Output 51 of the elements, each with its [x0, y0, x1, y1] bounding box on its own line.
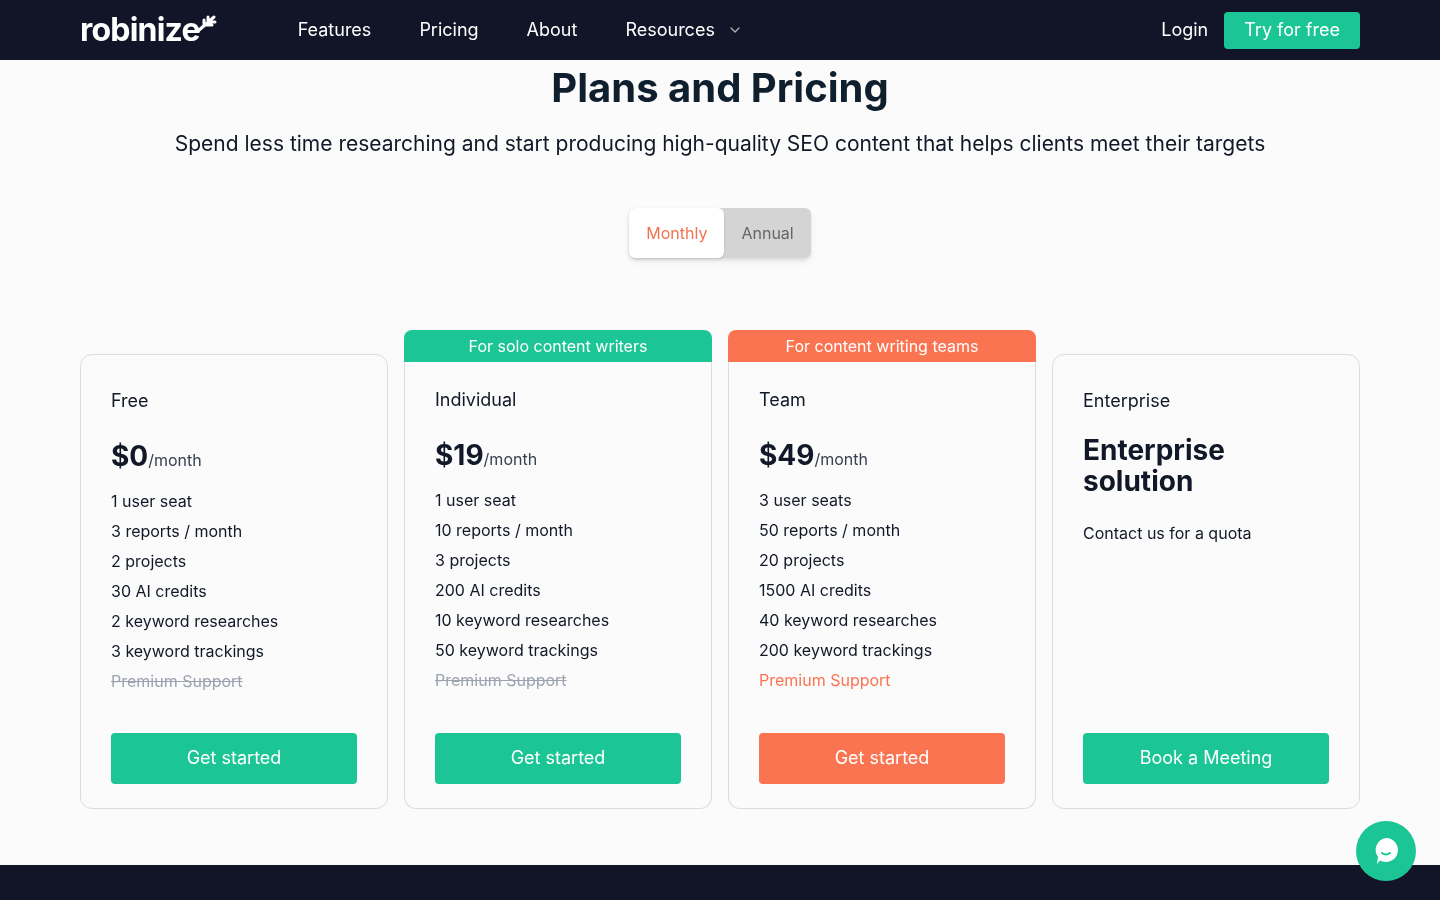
plan-feature: 3 projects	[435, 548, 512, 572]
logo[interactable]: robinize	[80, 14, 200, 46]
price-period: /month	[483, 448, 538, 471]
plan-feature: 1 user seat	[111, 489, 193, 513]
plan-ribbon: For solo content writers	[404, 329, 712, 362]
plan-feature: 30 AI credits	[111, 579, 208, 603]
login-link[interactable]: Login	[1161, 16, 1209, 44]
plan-feature: 10 keyword researches	[435, 608, 611, 632]
plan-price: $49	[759, 436, 815, 474]
plan-name: Team	[759, 387, 807, 412]
plan-feature: 1500 AI credits	[759, 578, 873, 602]
plan-feature: Premium Support	[111, 669, 244, 693]
nav-link[interactable]: Pricing	[419, 16, 479, 44]
nav-link[interactable]: Features	[297, 16, 372, 44]
plan-feature: 3 reports / month	[111, 519, 244, 543]
page-subtitle: Spend less time researching and start producing high-quality SEO content that helps clients meet their targets	[174, 130, 1266, 158]
plan-button[interactable]: Get started	[435, 732, 681, 784]
plan-feature: Premium Support	[759, 668, 892, 692]
nav-link[interactable]: About	[526, 16, 578, 44]
plan-name: Individual	[435, 387, 518, 412]
plan-ribbon: For content writing teams	[728, 329, 1036, 362]
plan-feature: 3 keyword trackings	[111, 639, 265, 663]
plan-name: Enterprise	[1083, 388, 1172, 413]
price-period: /month	[814, 447, 868, 471]
plan-feature: 2 keyword researches	[111, 609, 280, 633]
plan-feature: 2 projects	[111, 549, 188, 573]
plan-note: Contact us for a quota	[1083, 521, 1253, 545]
price-period: /month	[148, 449, 202, 472]
billing-option[interactable]: Monthly	[629, 207, 725, 258]
page-heading: Plans and Pricing	[551, 64, 889, 112]
plan-feature: 50 reports / month	[759, 518, 902, 542]
plan-feature: 1 user seat	[435, 488, 517, 512]
plan-feature: Premium Support	[435, 668, 568, 692]
plan-feature: 200 keyword trackings	[759, 638, 934, 662]
plan-button[interactable]: Get started	[111, 732, 357, 784]
plan-price: $0	[111, 437, 149, 475]
plan-button[interactable]: Get started	[759, 732, 1005, 784]
nav-link[interactable]: Resources	[625, 16, 743, 44]
plan-feature: 20 projects	[759, 548, 846, 572]
try-free-button[interactable]: Try for free	[1224, 11, 1360, 49]
billing-option[interactable]: Annual	[724, 207, 811, 258]
plan-feature: 40 keyword researches	[759, 608, 938, 632]
plan-feature: 10 reports / month	[435, 518, 574, 542]
plan-name: Free	[111, 388, 150, 413]
chat-button[interactable]	[1356, 821, 1416, 881]
plan-button[interactable]: Book a Meeting	[1083, 732, 1329, 784]
plan-feature: 200 AI credits	[435, 578, 542, 602]
plan-feature: 3 user seats	[759, 488, 853, 512]
plan-feature: 50 keyword trackings	[435, 638, 599, 662]
plan-price: Enterprise solution	[1083, 434, 1226, 497]
plan-price: $19	[435, 436, 484, 474]
